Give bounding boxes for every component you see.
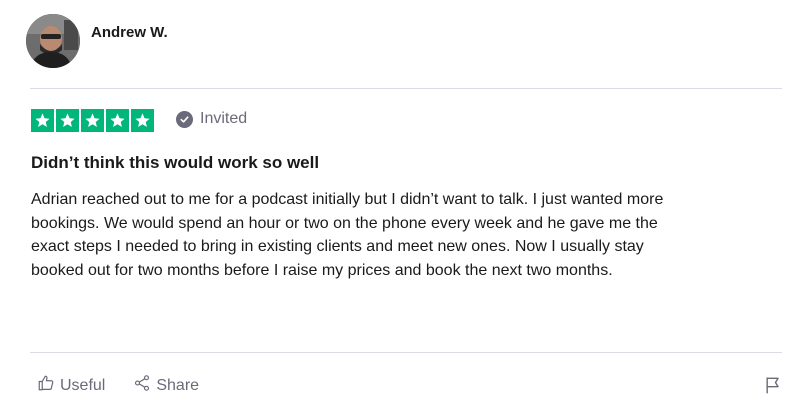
invited-badge[interactable]: Invited bbox=[176, 110, 247, 128]
share-label: Share bbox=[156, 376, 200, 394]
report-flag-button[interactable] bbox=[763, 375, 783, 400]
share-icon bbox=[133, 374, 151, 397]
useful-label: Useful bbox=[60, 376, 106, 394]
review-body-line: booked out for two months before I raise… bbox=[31, 261, 613, 279]
check-circle-icon bbox=[176, 110, 193, 128]
star-icon bbox=[131, 109, 154, 132]
review-body: Adrian reached out to me for a podcast i… bbox=[31, 188, 791, 282]
reviewer-name[interactable]: Andrew W. bbox=[91, 24, 168, 41]
star-icon bbox=[81, 109, 104, 132]
footer-divider bbox=[30, 352, 782, 353]
star-rating bbox=[31, 109, 154, 132]
thumbs-up-icon bbox=[37, 374, 55, 397]
avatar[interactable] bbox=[26, 14, 80, 68]
review-title: Didn’t think this would work so well bbox=[31, 153, 320, 172]
review-card: Andrew W. Invited Didn’t think this woul… bbox=[0, 0, 810, 415]
share-button[interactable]: Share bbox=[133, 374, 199, 397]
star-icon bbox=[31, 109, 54, 132]
star-icon bbox=[106, 109, 129, 132]
review-body-line: bookings. We would spend an hour or two … bbox=[31, 214, 658, 232]
star-icon bbox=[56, 109, 79, 132]
useful-button[interactable]: Useful bbox=[37, 374, 105, 397]
flag-icon bbox=[763, 377, 783, 399]
header-divider bbox=[30, 88, 782, 89]
review-body-line: Adrian reached out to me for a podcast i… bbox=[31, 191, 664, 208]
review-body-line: exact steps I needed to bring in existin… bbox=[31, 238, 644, 255]
review-actions: Useful Share bbox=[37, 374, 199, 397]
invited-label: Invited bbox=[200, 110, 248, 127]
